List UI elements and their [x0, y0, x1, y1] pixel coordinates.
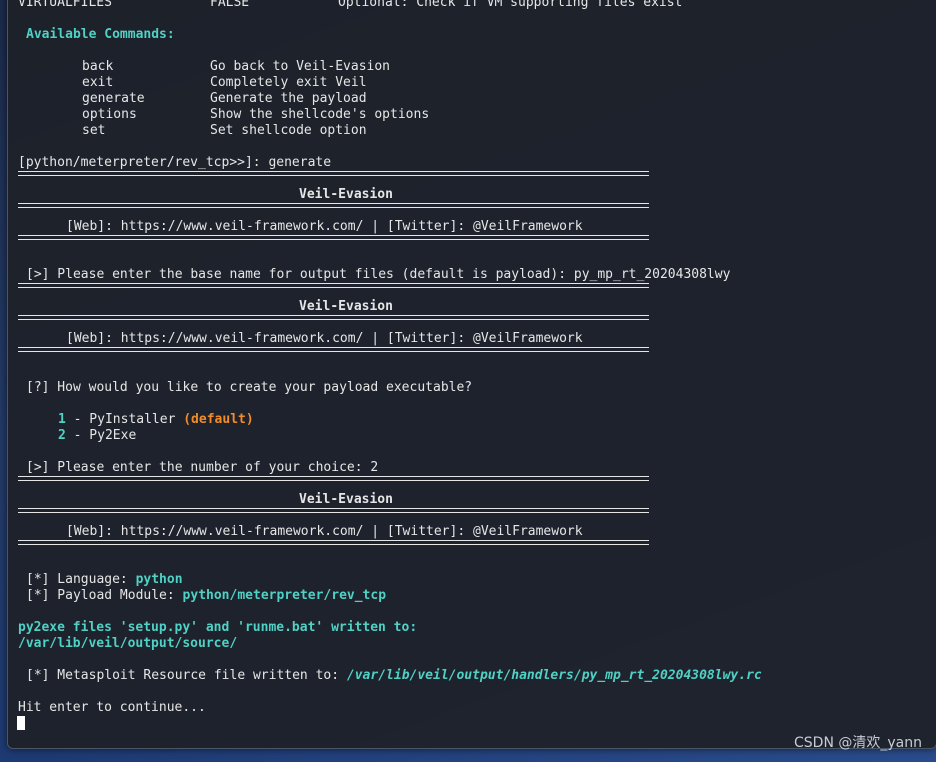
command-row: generate Generate the payload: [82, 91, 367, 107]
py2exe-message: py2exe files 'setup.py' and 'runme.bat' …: [18, 620, 418, 635]
banner-title: Veil-Evasion: [299, 187, 393, 202]
separator: [18, 508, 649, 513]
module-value: python/meterpreter/rev_tcp: [182, 588, 387, 603]
separator: [18, 540, 649, 545]
separator: [18, 171, 649, 176]
language-label: [*] Language:: [26, 572, 136, 587]
banner-web: [Web]: https://www.veil-framework.com/ |…: [66, 219, 583, 234]
continue-prompt: Hit enter to continue...: [18, 700, 206, 715]
option-name: VIRTUALFILES: [18, 0, 112, 10]
resource-path: /var/lib/veil/output/handlers/py_mp_rt_2…: [346, 668, 762, 683]
choice-label: - PyInstaller: [65, 412, 184, 427]
command-row: options Show the shellcode's options: [82, 107, 429, 123]
option-value: FALSE: [210, 0, 250, 10]
separator: [18, 235, 649, 240]
py2exe-path: /var/lib/veil/output/source/: [18, 636, 238, 651]
command-desc: Set shellcode option: [210, 123, 367, 138]
command-name: set: [82, 123, 106, 138]
option-row: VIRTUALFILES FALSE Optional: Check if VM s…: [18, 0, 682, 11]
default-tag: (default): [183, 412, 254, 427]
banner-title: Veil-Evasion: [299, 492, 393, 507]
command-desc: Completely exit Veil: [210, 75, 367, 90]
module-label: [*] Payload Module:: [26, 588, 183, 603]
option-description: Optional: Check if VM supporting files e…: [338, 0, 683, 10]
choice-number: 1: [58, 412, 66, 427]
separator: [18, 315, 649, 320]
watermark: CSDN @清欢_yann: [794, 735, 922, 751]
banner-web: [Web]: https://www.veil-framework.com/ |…: [66, 331, 583, 346]
command-desc: Go back to Veil-Evasion: [210, 59, 391, 74]
command-name: exit: [82, 75, 114, 90]
choice-number: 2: [58, 428, 66, 443]
command-desc: Generate the payload: [210, 91, 367, 106]
separator: [18, 476, 649, 481]
choice-prompt: [>] Please enter the number of your choi…: [26, 460, 379, 475]
command-name: options: [82, 107, 137, 122]
command-prompt: [python/meterpreter/rev_tcp>>]: generate: [18, 155, 332, 170]
command-row: back Go back to Veil-Evasion: [82, 59, 390, 75]
choice-option: 2 - Py2Exe: [58, 428, 136, 444]
separator: [18, 347, 649, 352]
language-line: [*] Language: python: [26, 572, 183, 588]
command-row: set Set shellcode option: [82, 123, 367, 139]
command-row: exit Completely exit Veil: [82, 75, 367, 91]
separator: [18, 283, 649, 288]
choice-option: 1 - PyInstaller (default): [58, 412, 254, 428]
module-line: [*] Payload Module: python/meterpreter/r…: [26, 588, 386, 604]
terminal-window[interactable]: VIRTUALFILES FALSE Optional: Check if VM s…: [7, 0, 936, 749]
language-value: python: [135, 572, 183, 587]
text-cursor: [17, 716, 25, 730]
commands-header: Available Commands:: [26, 27, 175, 42]
executable-question: [?] How would you like to create your pa…: [26, 380, 473, 395]
command-name: back: [82, 59, 114, 74]
command-desc: Show the shellcode's options: [210, 107, 430, 122]
separator: [18, 203, 649, 208]
banner-title: Veil-Evasion: [299, 299, 393, 314]
command-name: generate: [82, 91, 145, 106]
base-name-prompt: [>] Please enter the base name for outpu…: [26, 267, 731, 282]
banner-web: [Web]: https://www.veil-framework.com/ |…: [66, 524, 583, 539]
resource-label: [*] Metasploit Resource file written to:: [26, 668, 347, 683]
choice-label: - Py2Exe: [65, 428, 137, 443]
resource-line: [*] Metasploit Resource file written to:…: [26, 668, 762, 684]
